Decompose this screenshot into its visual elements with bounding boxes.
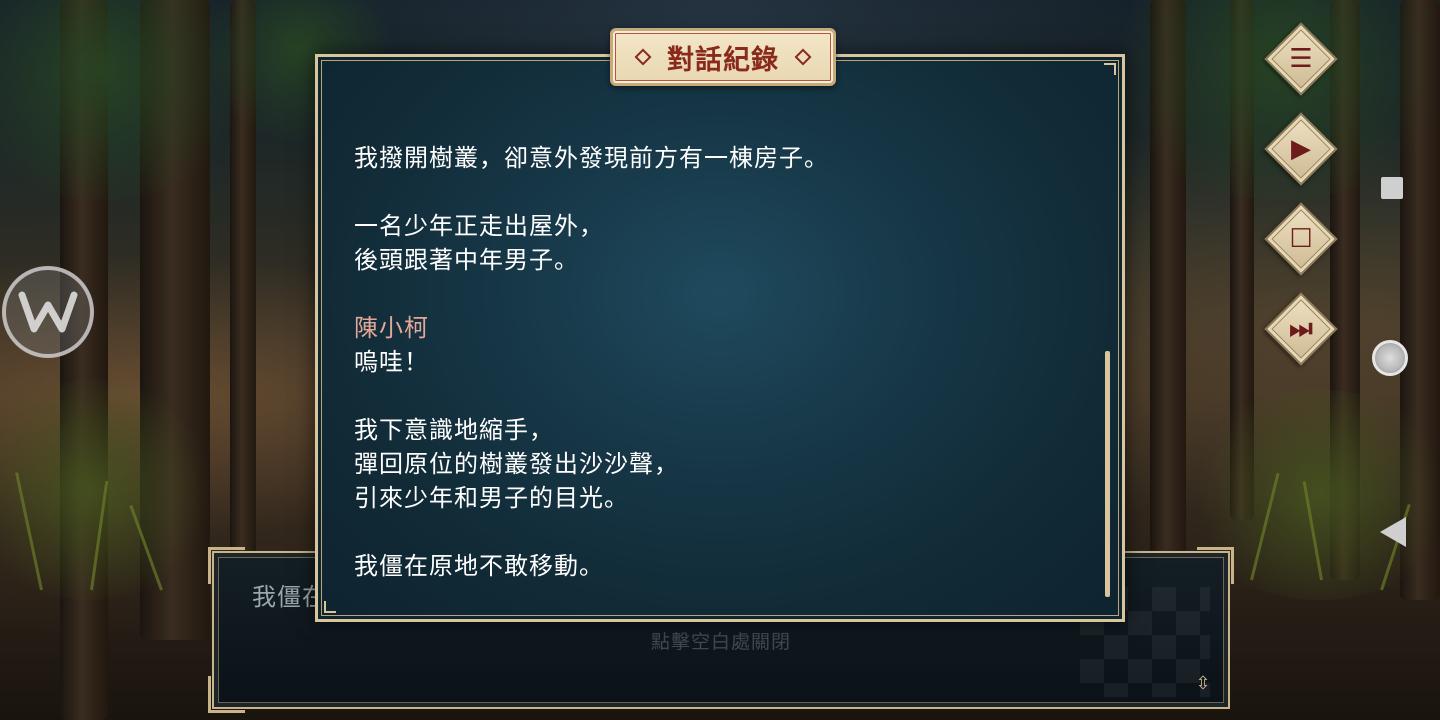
- home-icon[interactable]: [1372, 340, 1408, 376]
- corner-ornament-tr: [1197, 547, 1234, 584]
- menu-icon: ☰: [1289, 44, 1313, 74]
- log-line: 後頭跟著中年男子。: [354, 246, 579, 274]
- corner-ornament-bl: [208, 676, 245, 713]
- log-line: 彈回原位的樹叢發出沙沙聲，: [354, 450, 679, 478]
- dialogue-log-panel[interactable]: 我撥開樹叢，卻意外發現前方有一棟房子。 一名少年正走出屋外， 後頭跟著中年男子。…: [315, 54, 1125, 622]
- log-content: 我撥開樹叢，卻意外發現前方有一棟房子。 一名少年正走出屋外， 後頭跟著中年男子。…: [354, 141, 1074, 617]
- log-entry: 我下意識地縮手， 彈回原位的樹叢發出沙沙聲， 引來少年和男子的目光。: [354, 413, 1074, 515]
- log-line: 我撥開樹叢，卻意外發現前方有一棟房子。: [354, 144, 829, 172]
- back-icon[interactable]: [1380, 517, 1406, 547]
- log-line: 嗚哇！: [354, 348, 429, 376]
- log-corner-tr: [1104, 63, 1116, 75]
- diamond-ornament-icon: [794, 48, 812, 66]
- log-line: 我僵在原地不敢移動。: [354, 552, 604, 580]
- floating-w-button[interactable]: [2, 266, 94, 358]
- diamond-ornament-icon: [634, 48, 652, 66]
- fast-forward-icon: ⏭: [1289, 313, 1313, 344]
- corner-ornament-tl: [208, 547, 245, 584]
- expand-icon[interactable]: ⇳: [1192, 673, 1214, 695]
- log-scrollbar[interactable]: [1105, 351, 1110, 597]
- log-title: 對話紀錄: [667, 44, 779, 76]
- log-line: 我下意識地縮手，: [354, 416, 554, 444]
- log-line: 引來少年和男子的目光。: [354, 484, 629, 512]
- log-corner-bl: [324, 601, 336, 613]
- log-entry: 我僵在原地不敢移動。: [354, 549, 1074, 583]
- recent-apps-icon[interactable]: [1381, 177, 1403, 199]
- play-icon: ▶: [1291, 134, 1311, 164]
- square-icon: ☐: [1289, 224, 1313, 254]
- log-entry: 一名少年正走出屋外， 後頭跟著中年男子。: [354, 209, 1074, 277]
- log-entry: 我撥開樹叢，卻意外發現前方有一棟房子。: [354, 141, 1074, 175]
- log-entry: 陳小柯 嗚哇！: [354, 311, 1074, 379]
- speaker-name: 陳小柯: [354, 314, 429, 342]
- log-line: 一名少年正走出屋外，: [354, 212, 604, 240]
- w-logo-icon: [18, 291, 78, 333]
- close-hint: 點擊空白處關閉: [650, 631, 791, 653]
- log-title-plate: 對話紀錄: [610, 28, 836, 86]
